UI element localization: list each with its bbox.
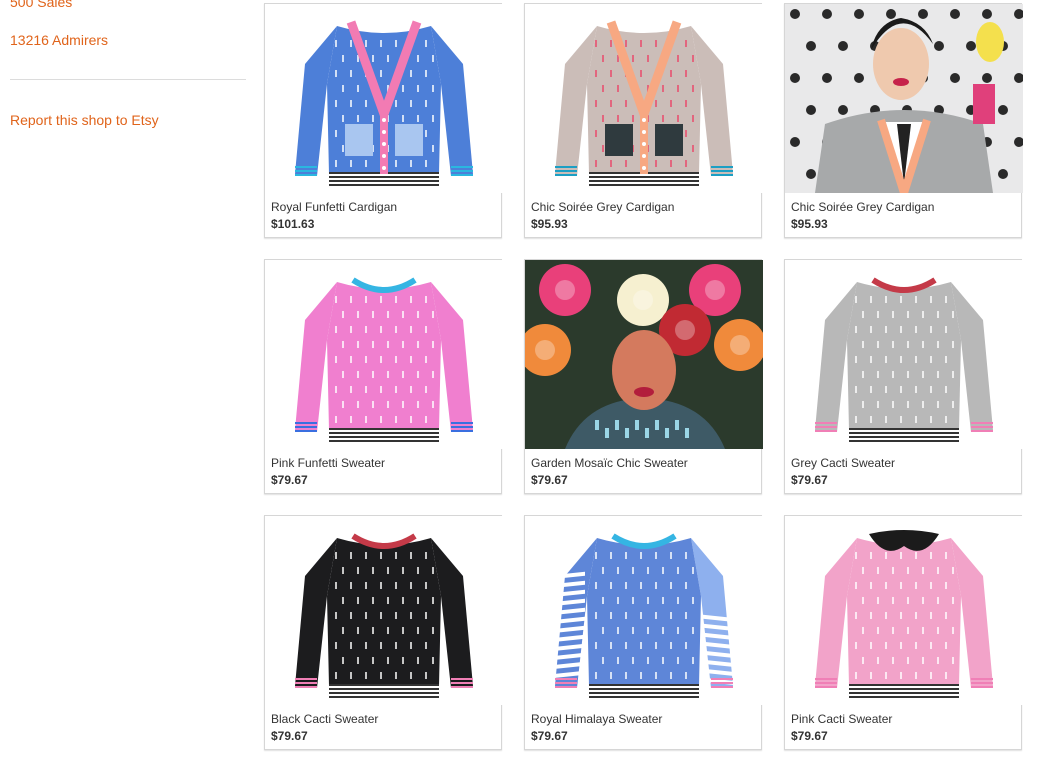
listing-title[interactable]: Royal Funfetti Cardigan [271,200,397,214]
listing-title[interactable]: Garden Mosaïc Chic Sweater [531,456,688,470]
listing-title[interactable]: Grey Cacti Sweater [791,456,895,470]
listing-price: $79.67 [791,473,828,487]
listing-title[interactable]: Chic Soirée Grey Cardigan [791,200,934,214]
listing-image[interactable] [785,4,1023,193]
listing-image[interactable] [265,260,503,449]
product-photo [785,260,1023,449]
product-photo [265,260,503,449]
listing-price: $79.67 [271,473,308,487]
product-photo [525,516,763,705]
listing-price: $79.67 [531,473,568,487]
listing-image[interactable] [525,516,763,705]
listing-price: $95.93 [531,217,568,231]
listing-price: $79.67 [791,729,828,743]
listing-image[interactable] [265,516,503,705]
listing-card[interactable]: Garden Mosaïc Chic Sweater $79.67 [524,259,763,494]
product-photo [265,516,503,705]
listing-card[interactable]: Pink Cacti Sweater $79.67 [784,515,1023,750]
listing-title[interactable]: Chic Soirée Grey Cardigan [531,200,674,214]
admirers-count-link[interactable]: 13216 Admirers [10,32,108,48]
listing-image[interactable] [525,4,763,193]
listing-card[interactable]: Black Cacti Sweater $79.67 [264,515,503,750]
product-photo [785,4,1023,193]
listing-title[interactable]: Royal Himalaya Sweater [531,712,662,726]
product-photo [265,4,503,193]
listing-price: $95.93 [791,217,828,231]
sidebar-divider [10,79,246,80]
listing-card[interactable]: Pink Funfetti Sweater $79.67 [264,259,503,494]
sales-count-link[interactable]: 500 Sales [10,0,72,10]
listing-image[interactable] [265,4,503,193]
listing-price: $79.67 [271,729,308,743]
listing-card[interactable]: Royal Funfetti Cardigan $101.63 [264,3,503,238]
listing-price: $101.63 [271,217,315,231]
listing-card[interactable]: Royal Himalaya Sweater $79.67 [524,515,763,750]
shop-sidebar: 500 Sales 13216 Admirers Report this sho… [0,0,256,766]
listing-card[interactable]: Chic Soirée Grey Cardigan $95.93 [524,3,763,238]
product-photo [785,516,1023,705]
report-shop-link[interactable]: Report this shop to Etsy [10,112,159,128]
listing-image[interactable] [525,260,763,449]
listing-title[interactable]: Pink Cacti Sweater [791,712,892,726]
listing-title[interactable]: Pink Funfetti Sweater [271,456,385,470]
listing-card[interactable]: Grey Cacti Sweater $79.67 [784,259,1023,494]
product-photo [525,4,763,193]
listing-price: $79.67 [531,729,568,743]
listing-image[interactable] [785,516,1023,705]
listing-image[interactable] [785,260,1023,449]
product-photo [525,260,763,449]
listing-card[interactable]: Chic Soirée Grey Cardigan $95.93 [784,3,1023,238]
listing-title[interactable]: Black Cacti Sweater [271,712,378,726]
